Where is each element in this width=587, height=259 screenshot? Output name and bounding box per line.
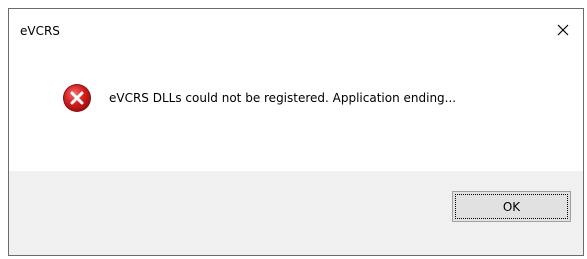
ok-button-label: OK [455, 194, 568, 219]
button-bar: OK [9, 171, 583, 255]
window-title: eVCRS [20, 24, 60, 38]
close-icon [557, 24, 569, 36]
ok-button[interactable]: OK [452, 191, 571, 222]
close-button[interactable] [549, 18, 577, 42]
dialog-content: eVCRS DLLs could not be registered. Appl… [9, 46, 583, 171]
error-icon [62, 83, 92, 113]
error-dialog: eVCRS eVCRS DLLs could not be registered… [8, 8, 584, 256]
error-message: eVCRS DLLs could not be registered. Appl… [109, 91, 457, 105]
title-bar[interactable]: eVCRS [9, 9, 583, 45]
